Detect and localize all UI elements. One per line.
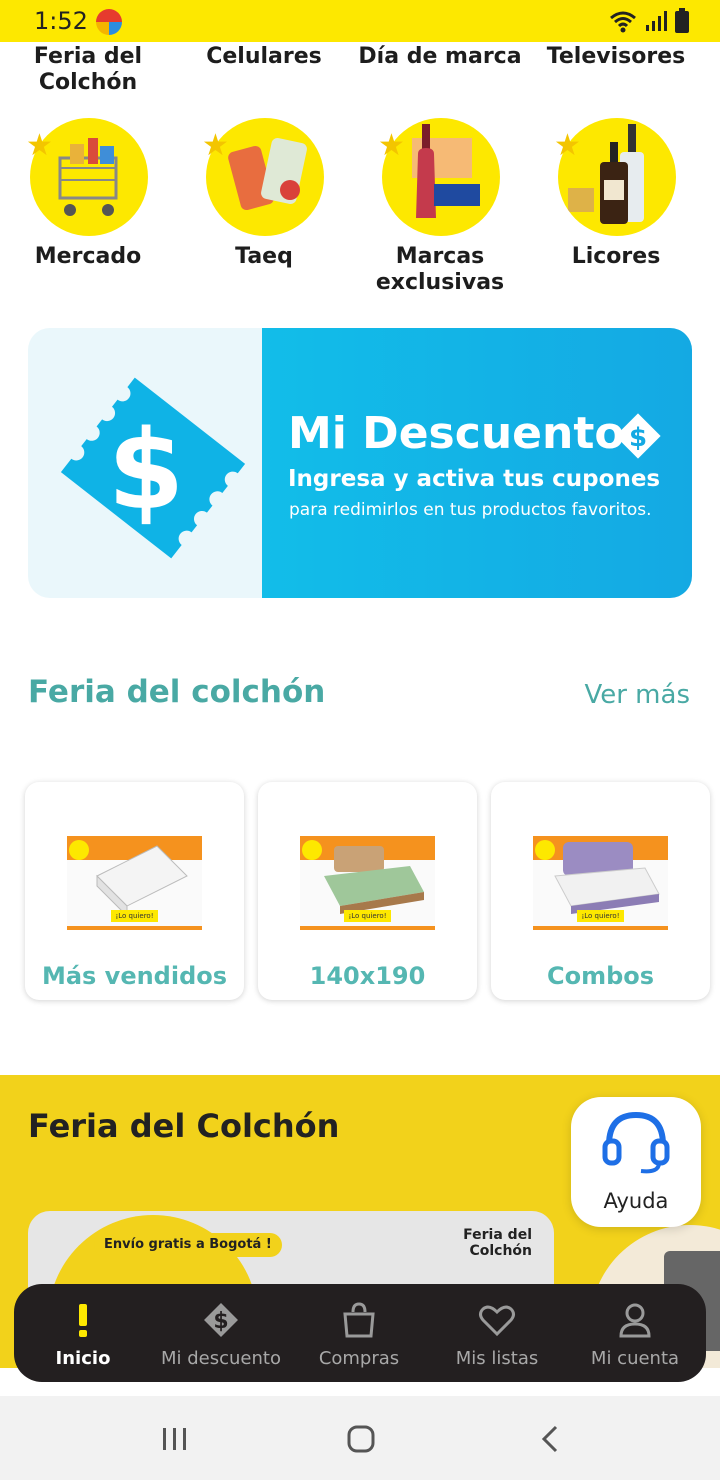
exclamation-icon: [79, 1304, 87, 1337]
category-marcas-exclusivas[interactable]: ★ Marcas exclusivas: [352, 116, 528, 306]
status-time: 1:52: [34, 7, 88, 35]
system-navigation-bar: [0, 1396, 720, 1480]
recent-apps-icon[interactable]: [160, 1426, 190, 1452]
mattress-image: ¡Lo quiero!: [67, 836, 202, 930]
nav-label: Inicio: [55, 1348, 111, 1369]
star-icon: ★: [378, 128, 405, 163]
bottom-navigation: Inicio $ Mi descuento Compras Mis listas…: [14, 1284, 706, 1382]
category-celulares[interactable]: Celulares: [176, 44, 352, 70]
product-card-combos[interactable]: ¡Lo quiero! Combos: [491, 782, 710, 1000]
product-card-140x190[interactable]: ¡Lo quiero! 140x190: [258, 782, 477, 1000]
category-mercado[interactable]: ★ Mercado: [0, 116, 176, 306]
nav-label: Mis listas: [455, 1348, 539, 1369]
mi-descuento-banner[interactable]: $ Mi Descuento $ Ingresa y activa tus cu…: [28, 328, 692, 598]
product-card-mas-vendidos[interactable]: ¡Lo quiero! Más vendidos: [25, 782, 244, 1000]
category-televisores[interactable]: Televisores: [528, 44, 704, 70]
battery-icon: [675, 8, 689, 33]
category-taeq[interactable]: ★ Taeq: [176, 116, 352, 306]
bed-image: ¡Lo quiero!: [300, 836, 435, 930]
see-more-link[interactable]: Ver más: [584, 680, 690, 710]
nav-label: Mi cuenta: [590, 1348, 680, 1369]
promo-title: Feria del Colchón: [28, 1107, 340, 1145]
star-icon: ★: [26, 128, 53, 163]
headset-icon: [602, 1111, 670, 1174]
banner-text: para redimirlos en tus productos favorit…: [289, 500, 652, 520]
back-icon[interactable]: [538, 1424, 562, 1454]
banner-blue-panel: [262, 328, 692, 598]
svg-text:$: $: [213, 1309, 228, 1334]
bed-combo-image: ¡Lo quiero!: [533, 836, 668, 930]
banner-subtitle: Ingresa y activa tus cupones: [288, 466, 661, 492]
home-icon[interactable]: [346, 1424, 376, 1454]
card-label: Más vendidos: [41, 962, 228, 990]
nav-compras[interactable]: Compras: [290, 1284, 428, 1382]
category-row-top: Feria del Colchón Celulares Día de marca…: [0, 42, 720, 102]
heart-icon: [479, 1305, 515, 1337]
nav-label: Compras: [318, 1348, 400, 1369]
section-title: Feria del colchón: [28, 674, 326, 710]
category-row: ★ Mercado ★ Taeq ★ Marcas exclusivas ★ L…: [0, 116, 720, 306]
coupon-dollar-icon: $: [60, 377, 246, 559]
user-icon: [619, 1303, 651, 1338]
card-label: 140x190: [309, 962, 426, 990]
svg-text:$: $: [629, 423, 647, 453]
nav-inicio[interactable]: Inicio: [14, 1284, 152, 1382]
category-label: Mercado: [34, 244, 142, 269]
category-label: Marcas exclusivas: [375, 244, 505, 295]
status-icons: [608, 8, 690, 34]
wifi-icon: [610, 11, 636, 33]
help-label: Ayuda: [603, 1189, 669, 1213]
category-dia-de-marca[interactable]: Día de marca: [352, 44, 528, 70]
discount-tag-icon: $: [615, 413, 661, 459]
signal-icon: [646, 11, 667, 31]
discount-tag-icon: $: [204, 1303, 238, 1337]
star-icon: ★: [202, 128, 229, 163]
app-notification-icon: [96, 9, 122, 35]
nav-mi-cuenta[interactable]: Mi cuenta: [566, 1284, 704, 1382]
help-button[interactable]: Ayuda: [571, 1097, 701, 1227]
card-label: Combos: [546, 962, 655, 990]
status-bar: 1:52: [0, 0, 720, 42]
card-badge: ¡Lo quiero!: [111, 910, 158, 922]
nav-mis-listas[interactable]: Mis listas: [428, 1284, 566, 1382]
category-label: Licores: [571, 244, 661, 269]
svg-text:$: $: [108, 406, 185, 534]
promo-chip: Envío gratis a Bogotá !: [94, 1233, 282, 1257]
nav-mi-descuento[interactable]: $ Mi descuento: [152, 1284, 290, 1382]
nav-label: Mi descuento: [161, 1348, 281, 1369]
card-badge: ¡Lo quiero!: [577, 910, 624, 922]
banner-title: Mi Descuento: [288, 408, 625, 459]
star-icon: ★: [554, 128, 581, 163]
shopping-bag-icon: [343, 1302, 375, 1338]
card-badge: ¡Lo quiero!: [344, 910, 391, 922]
category-licores[interactable]: ★ Licores: [528, 116, 704, 306]
category-feria-colchon[interactable]: Feria del Colchón: [0, 44, 176, 96]
category-label: Taeq: [235, 244, 293, 269]
feria-colchon-logo: Feria del Colchón: [463, 1227, 532, 1259]
